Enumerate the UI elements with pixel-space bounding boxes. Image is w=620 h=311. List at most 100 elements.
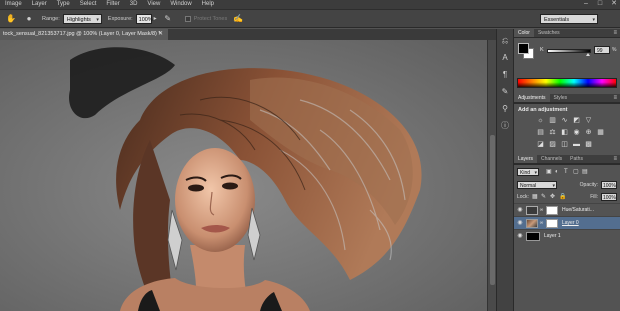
opacity-input[interactable]: 100% [601,181,617,189]
layer-row-layer-1[interactable]: ◉ Layer 1 [514,229,620,242]
brush-panel-icon[interactable]: ✎ [499,86,511,97]
panel-menu-icon[interactable]: ≡ [613,29,617,38]
menu-image[interactable]: Image [0,0,27,9]
vibrance-icon[interactable]: ▽ [584,117,593,125]
k-channel-label: K [540,47,544,53]
visibility-eye-icon[interactable]: ◉ [516,206,524,214]
info-icon[interactable]: ⓘ [499,120,511,131]
tab-layers[interactable]: Layers [514,155,538,163]
posterize-icon[interactable]: ▨ [548,141,557,149]
layer-row-hue-saturation[interactable]: ◉ ∞ Hue/Saturati... [514,203,620,216]
channel-mixer-icon[interactable]: ⊕ [584,129,593,137]
exposure-dropdown-icon[interactable]: ▸ [154,15,157,22]
filter-type-icon[interactable]: T [564,169,570,175]
menu-help[interactable]: Help [197,0,219,9]
selective-color-icon[interactable]: ▩ [584,141,593,149]
fill-input[interactable]: 100% [601,193,617,201]
adjustments-menu-icon[interactable]: ≡ [613,94,617,103]
tab-color[interactable]: Color [514,29,534,37]
layer-filter-select[interactable]: Kind [517,168,540,177]
blend-mode-select[interactable]: Normal [517,181,557,190]
k-value-input[interactable]: 99 [594,46,610,54]
invert-icon[interactable]: ◪ [536,141,545,149]
tab-paths[interactable]: Paths [566,155,587,163]
lock-pixels-icon[interactable]: ✎ [541,194,547,200]
layer-thumbnail[interactable] [526,231,540,241]
airbrush-icon[interactable]: ✎ [161,13,175,25]
hue-saturation-icon[interactable]: ▤ [536,129,545,137]
color-balance-icon[interactable]: ⚖ [548,129,557,137]
document-tab[interactable]: tock_sensual_821353717.jpg @ 100% (Layer… [0,29,168,40]
curves-icon[interactable]: ∿ [560,117,569,125]
layers-menu-icon[interactable]: ≡ [613,155,617,164]
layer-name[interactable]: Layer 0 [562,220,579,226]
filter-smart-object-icon[interactable]: ▤ [582,169,588,175]
character-icon[interactable]: A [499,52,511,63]
color-lookup-icon[interactable]: ▦ [596,129,605,137]
menu-window[interactable]: Window [165,0,196,9]
black-white-icon[interactable]: ◧ [560,129,569,137]
link-icon[interactable]: ∞ [539,220,544,226]
menu-layer[interactable]: Layer [27,0,52,9]
menu-filter[interactable]: Filter [101,0,124,9]
range-select[interactable]: Highlights [62,13,102,25]
lock-all-icon[interactable]: 🔒 [559,194,566,200]
scrollbar-thumb[interactable] [490,135,495,285]
adjustment-row-1: ☼ ▥ ∿ ◩ ▽ [514,113,620,125]
clone-source-icon[interactable]: ⚲ [499,103,511,114]
menu-view[interactable]: View [142,0,165,9]
exposure-input[interactable]: 100% [135,13,153,24]
menu-select[interactable]: Select [75,0,102,9]
history-icon[interactable]: ⎌ [499,35,511,46]
layer-name[interactable]: Layer 1 [544,233,561,239]
protect-tones-checkbox[interactable] [184,15,191,22]
layers-panel-tabs: Layers Channels Paths ≡ [514,155,620,164]
k-slider[interactable] [547,49,591,53]
protect-tones-label: Protect Tones [193,15,228,22]
brightness-contrast-icon[interactable]: ☼ [536,117,545,125]
fill-label: Fill: [590,194,598,200]
maximize-button[interactable]: □ [596,0,604,8]
filter-icons: ▣ ◐ T ▢ ▤ [546,169,588,175]
tab-adjustments[interactable]: Adjustments [514,94,550,102]
layer-name[interactable]: Hue/Saturati... [562,207,594,213]
tab-channels[interactable]: Channels [537,155,566,163]
menu-type[interactable]: Type [52,0,75,9]
photo-filter-icon[interactable]: ◉ [572,129,581,137]
exposure-icon[interactable]: ◩ [572,117,581,125]
visibility-eye-icon[interactable]: ◉ [516,219,524,227]
tab-styles[interactable]: Styles [550,94,572,102]
paragraph-icon[interactable]: ¶ [499,69,511,80]
brush-preset-icon[interactable]: ● [22,13,36,25]
mask-thumbnail[interactable] [546,218,558,228]
adjustment-thumbnail[interactable] [526,205,538,215]
add-adjustment-label: Add an adjustment [518,107,568,113]
color-spectrum[interactable] [517,78,617,88]
foreground-color-swatch[interactable] [518,43,529,54]
visibility-eye-icon[interactable]: ◉ [516,232,524,240]
tab-swatches[interactable]: Swatches [534,29,564,37]
close-button[interactable]: ✕ [610,0,618,8]
opacity-label: Opacity: [579,182,598,188]
canvas-vertical-scrollbar[interactable] [487,40,496,311]
mask-thumbnail[interactable] [546,205,558,215]
canvas[interactable] [0,40,487,311]
lock-transparent-icon[interactable]: ▦ [532,194,538,200]
filter-pixel-icon[interactable]: ▣ [546,169,552,175]
document-close-icon[interactable]: ✕ [158,29,163,40]
gradient-map-icon[interactable]: ▬ [572,141,581,149]
menu-3d[interactable]: 3D [125,0,143,9]
lock-position-icon[interactable]: ✥ [550,194,556,200]
layer-row-layer-0[interactable]: ◉ ∞ Layer 0 [514,216,620,229]
pressure-icon[interactable]: ✍ [231,13,245,25]
filter-shape-icon[interactable]: ▢ [573,169,579,175]
k-slider-thumb[interactable] [586,53,590,56]
levels-icon[interactable]: ▥ [548,117,557,125]
workspace-select[interactable]: Essentials [540,14,598,25]
threshold-icon[interactable]: ◫ [560,141,569,149]
filter-adjustment-icon[interactable]: ◐ [555,169,561,175]
layer-thumbnail[interactable] [526,218,538,228]
burn-tool-icon[interactable]: ✋ [4,13,18,25]
minimize-button[interactable]: – [582,0,590,8]
link-icon[interactable]: ∞ [539,207,544,213]
